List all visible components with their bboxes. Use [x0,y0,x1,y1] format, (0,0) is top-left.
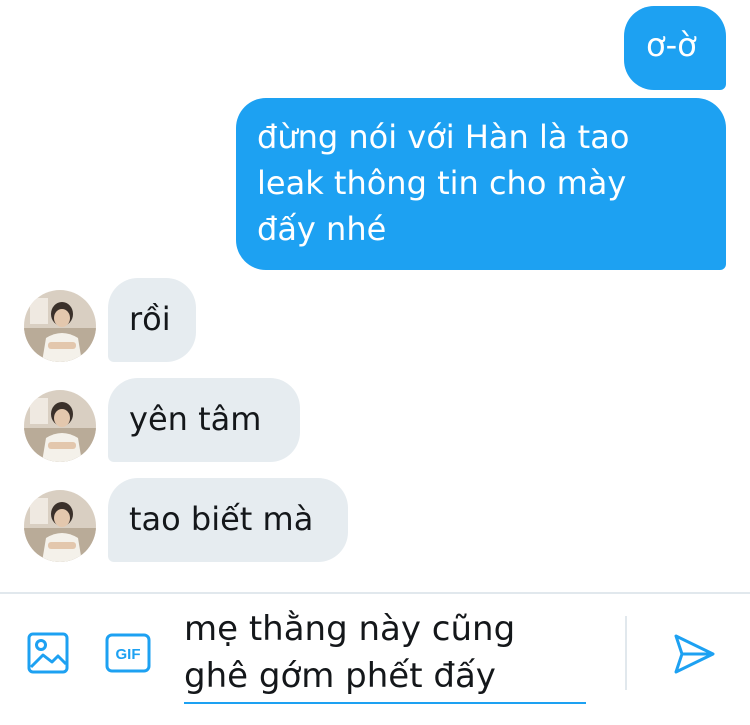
image-icon[interactable] [26,631,70,675]
received-message-bubble[interactable]: tao biết mà [108,478,348,562]
composer-divider [625,616,627,690]
received-message-bubble[interactable]: yên tâm [108,378,300,462]
message-composer: GIF mẹ thằng này cũng ghê gớm phết đấy [0,592,750,725]
sent-message-bubble[interactable]: đừng nói với Hàn là tao leak thông tin c… [236,98,726,270]
sent-message-bubble[interactable]: ơ-ờ [624,6,726,90]
received-message-bubble[interactable]: rồi [108,278,196,362]
send-icon[interactable] [672,632,716,676]
message-input[interactable]: mẹ thằng này cũng ghê gớm phết đấy [184,606,586,704]
contact-avatar[interactable] [24,290,96,362]
svg-text:GIF: GIF [116,646,141,663]
contact-avatar[interactable] [24,490,96,562]
contact-avatar[interactable] [24,390,96,462]
gif-icon[interactable]: GIF [105,631,151,675]
dm-conversation: ơ-ờ đừng nói với Hàn là tao leak thông t… [0,0,750,725]
